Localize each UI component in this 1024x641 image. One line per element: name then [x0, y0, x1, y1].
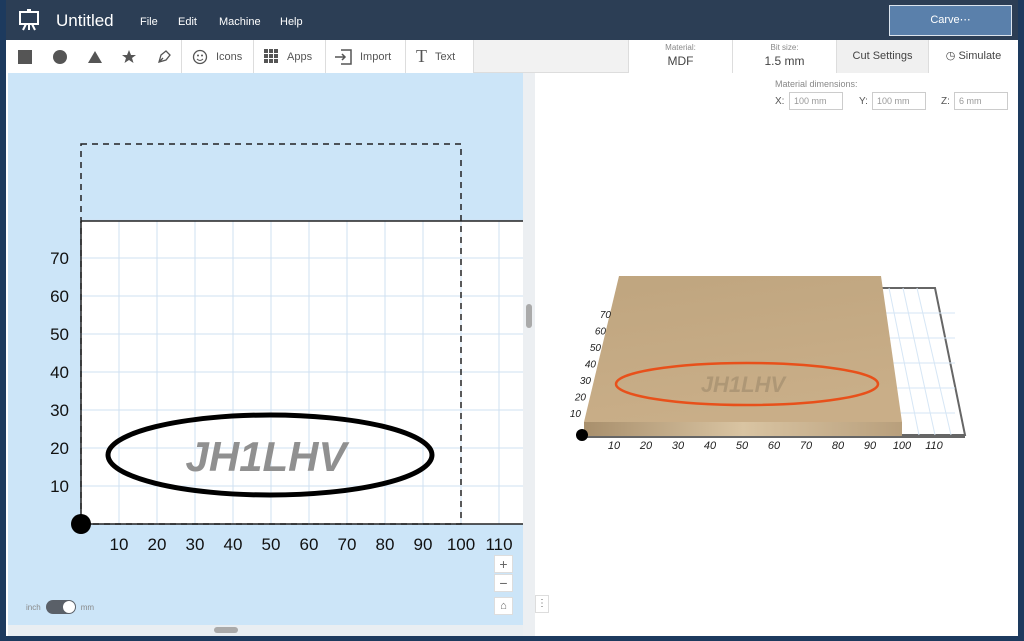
x-tick-label: 40: [224, 535, 243, 554]
simulate-button[interactable]: ◷ Simulate: [928, 40, 1018, 73]
pen-icon[interactable]: [156, 49, 172, 65]
y-tick-label: 60: [50, 287, 69, 306]
preview-y-tick-label: 20: [574, 393, 587, 404]
x-tick-label: 110: [485, 535, 512, 554]
x-tick-label: 100: [447, 535, 475, 554]
origin-marker: [71, 514, 91, 534]
y-tick-label: 70: [50, 249, 69, 268]
x-tick-label: 90: [414, 535, 433, 554]
x-tick-label: 50: [262, 535, 281, 554]
mdf-board-top: [584, 276, 902, 422]
title-bar: Untitled File Edit Machine Help Carve⋯: [6, 0, 1018, 40]
material-value: MDF: [667, 54, 694, 68]
x-tick-label: 70: [338, 535, 357, 554]
preview-y-tick-label: 50: [590, 343, 602, 354]
menu-machine[interactable]: Machine: [219, 16, 261, 28]
preview-x-tick-label: 60: [768, 440, 781, 452]
zoom-in-button[interactable]: +: [494, 555, 513, 573]
y-tick-label: 20: [50, 439, 69, 458]
design-text: JH1LHV: [185, 433, 349, 480]
x-tick-label: 60: [300, 535, 319, 554]
preview-origin-marker: [576, 429, 588, 441]
bit-size-label: Bit size:: [770, 43, 799, 52]
horizontal-scrollbar[interactable]: [8, 625, 523, 636]
preview-x-tick-label: 100: [893, 440, 912, 452]
apps-label: Apps: [287, 50, 313, 63]
easel-logo-icon: [19, 9, 39, 31]
preview-y-tick-label: 30: [580, 376, 592, 387]
square-icon[interactable]: [17, 49, 33, 65]
material-selector[interactable]: Material: MDF: [628, 40, 732, 73]
carve-button[interactable]: Carve⋯: [889, 5, 1012, 36]
text-icon: T: [416, 46, 427, 66]
clock-icon: ◷: [945, 50, 956, 62]
menu-edit[interactable]: Edit: [178, 16, 197, 28]
preview-x-tick-label: 40: [704, 440, 717, 452]
preview-x-tick-label: 20: [639, 440, 653, 452]
app-window: Untitled File Edit Machine Help Carve⋯ I…: [6, 0, 1018, 636]
x-tick-label: 30: [186, 535, 205, 554]
menu-help[interactable]: Help: [280, 16, 303, 28]
unit-switch[interactable]: [45, 600, 76, 614]
smiley-icon: [192, 49, 208, 64]
preview-y-tick-label: 60: [595, 327, 607, 338]
icons-button[interactable]: Icons: [182, 40, 254, 73]
y-tick-label: 10: [50, 477, 69, 496]
y-tick-label: 50: [50, 325, 69, 344]
menu-file[interactable]: File: [140, 16, 158, 28]
text-label: Text: [435, 50, 456, 63]
preview-x-tick-label: 90: [864, 440, 877, 452]
apps-grid-icon: [264, 49, 278, 63]
preview-y-tick-label: 70: [600, 310, 612, 321]
unit-inch-label: inch: [26, 602, 41, 612]
preview-x-tick-label: 50: [736, 440, 749, 452]
preview-menu-button[interactable]: ⋮: [535, 595, 549, 613]
cut-settings-button[interactable]: Cut Settings: [836, 40, 928, 73]
zoom-out-button[interactable]: −: [494, 574, 513, 592]
preview-x-tick-label: 70: [800, 440, 813, 452]
panel-divider-handle[interactable]: [523, 73, 535, 636]
preview-x-tick-label: 10: [608, 440, 621, 452]
preview-panel: Material dimensions: X: 100 mm Y: 100 mm…: [535, 73, 1018, 636]
bit-size-selector[interactable]: Bit size: 1.5 mm: [732, 40, 836, 73]
unit-mm-label: mm: [80, 602, 95, 612]
triangle-icon[interactable]: [87, 49, 103, 65]
simulate-label: Simulate: [958, 50, 1002, 62]
import-button[interactable]: Import: [326, 40, 406, 73]
preview-y-tick-label: 40: [585, 360, 597, 371]
material-label: Material:: [665, 43, 696, 52]
text-button[interactable]: T Text: [406, 40, 474, 73]
3d-preview[interactable]: JH1LHV 10 20 30 40 50 60 70 80 90 100 110 10 20 30 40 50…: [535, 73, 1018, 636]
star-icon[interactable]: [121, 49, 137, 65]
preview-y-tick-label: 10: [570, 409, 582, 420]
import-label: Import: [360, 50, 392, 63]
x-tick-label: 80: [376, 535, 395, 554]
preview-x-tick-label: 30: [672, 440, 685, 452]
preview-x-tick-label: 110: [925, 440, 943, 452]
design-canvas[interactable]: 10 20 30 40 50 60 70 80 90 100 110 10 20 30 40 50 60 70 JH…: [8, 73, 523, 625]
mdf-board-edge: [584, 422, 902, 437]
import-icon: [335, 48, 352, 65]
y-tick-label: 40: [50, 363, 69, 382]
shape-tools: [6, 40, 182, 73]
carved-text: JH1LHV: [701, 372, 788, 397]
x-tick-label: 20: [148, 535, 167, 554]
icons-label: Icons: [216, 50, 243, 63]
preview-x-tick-label: 80: [832, 440, 845, 452]
home-view-button[interactable]: ⌂: [494, 597, 513, 615]
unit-toggle[interactable]: inch mm: [26, 600, 94, 614]
y-tick-label: 30: [50, 401, 69, 420]
design-grid[interactable]: 10 20 30 40 50 60 70 80 90 100 110 10 20 30 40 50 60 70 JH…: [8, 73, 523, 625]
x-tick-label: 10: [110, 535, 129, 554]
bit-size-value: 1.5 mm: [764, 54, 805, 68]
circle-icon[interactable]: [52, 49, 68, 65]
toolbar: Icons Apps Import T Text Material: MDF Bit…: [6, 40, 1018, 73]
document-title[interactable]: Untitled: [56, 11, 114, 31]
apps-button[interactable]: Apps: [254, 40, 326, 73]
